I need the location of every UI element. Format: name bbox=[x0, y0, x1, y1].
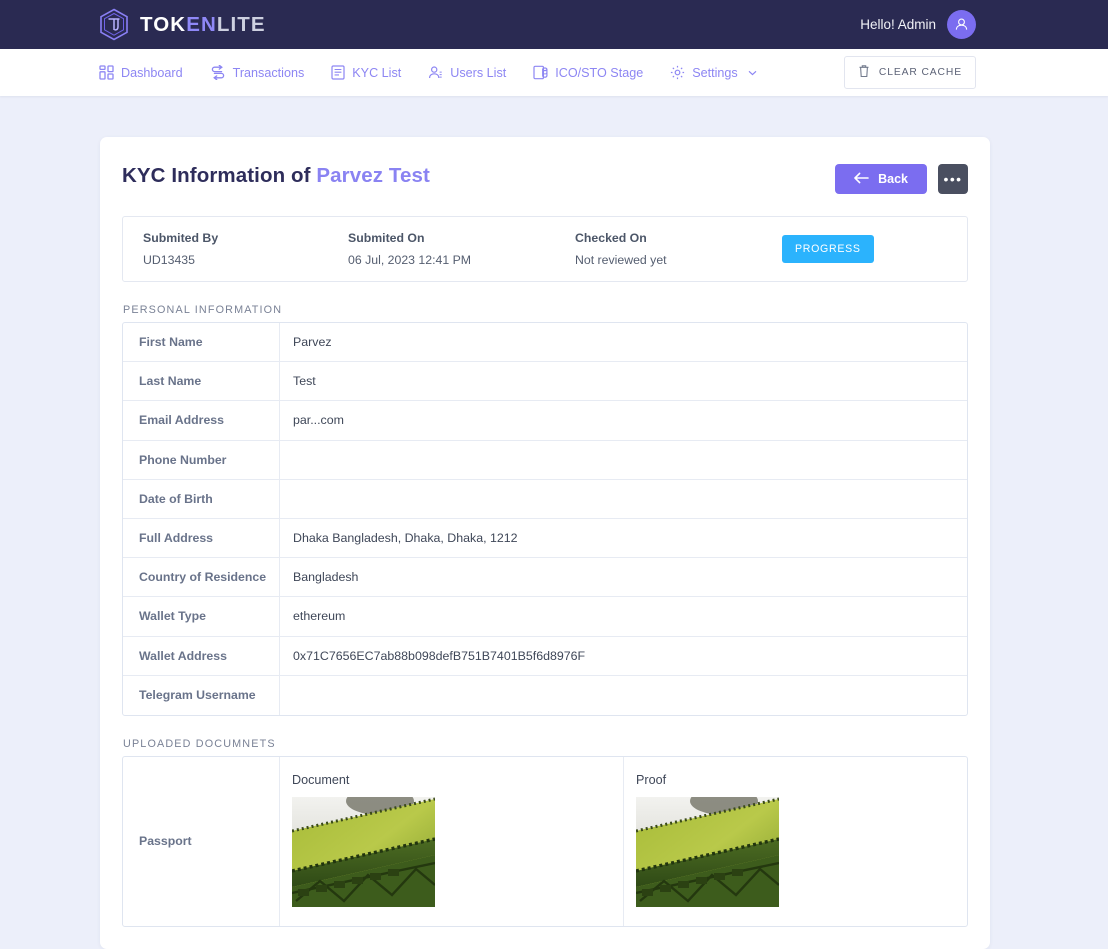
row-value: Dhaka Bangladesh, Dhaka, Dhaka, 1212 bbox=[293, 531, 518, 546]
table-row: Phone Number bbox=[123, 440, 967, 480]
row-label: Email Address bbox=[123, 401, 280, 440]
top-header-bar: TOKENLITE Hello! Admin bbox=[0, 0, 1108, 49]
kyc-summary-strip: Submited By UD13435 Submited On 06 Jul, … bbox=[122, 216, 968, 282]
nav-item-settings[interactable]: Settings bbox=[670, 65, 757, 80]
personal-information-section-label: PERSONAL INFORMATION bbox=[123, 304, 283, 316]
trash-icon bbox=[858, 64, 870, 81]
coins-stack-icon bbox=[533, 65, 548, 80]
table-row: Wallet Address 0x71C7656EC7ab88b098defB75… bbox=[123, 636, 967, 676]
submitted-on-label: Submited On bbox=[348, 231, 425, 245]
user-menu[interactable]: Hello! Admin bbox=[860, 10, 976, 39]
row-value: ethereum bbox=[293, 609, 346, 624]
row-label: Phone Number bbox=[123, 440, 280, 479]
transfer-arrows-icon bbox=[210, 65, 226, 80]
row-value: Parvez bbox=[293, 335, 332, 350]
nav-item-kyc-list[interactable]: KYC List bbox=[331, 65, 401, 80]
arrow-left-icon bbox=[854, 172, 869, 187]
kyc-detail-card: KYC Information of Parvez Test Back ••• … bbox=[100, 137, 990, 949]
grid-dashboard-icon bbox=[99, 65, 114, 80]
row-label: Wallet Type bbox=[123, 597, 280, 636]
page-title-prefix: KYC Information of bbox=[122, 164, 311, 187]
uploaded-documents-table: Passport Document Proof bbox=[122, 755, 968, 927]
table-row: Date of Birth bbox=[123, 479, 967, 519]
nav-item-users-list-label: Users List bbox=[450, 65, 507, 80]
brand-text-part2: EN bbox=[186, 12, 217, 36]
greeting-label: Hello! Admin bbox=[860, 17, 936, 32]
summary-checked-on: Checked On Not reviewed yet bbox=[575, 231, 782, 267]
nav-item-transactions[interactable]: Transactions bbox=[210, 65, 305, 80]
table-row: Telegram Username bbox=[123, 675, 967, 715]
clear-cache-button[interactable]: CLEAR CACHE bbox=[843, 56, 976, 89]
gear-icon bbox=[670, 65, 685, 80]
document-type-label: Passport bbox=[123, 756, 280, 926]
row-label: Wallet Address bbox=[123, 636, 280, 675]
row-value bbox=[280, 676, 967, 715]
row-value: par...com bbox=[293, 413, 344, 428]
table-row: Full Address Dhaka Bangladesh, Dhaka, Dha… bbox=[123, 518, 967, 559]
proof-cell-title: Proof bbox=[636, 772, 667, 787]
table-row: Last Name Test bbox=[123, 362, 967, 402]
more-options-button[interactable]: ••• bbox=[938, 164, 968, 194]
back-button[interactable]: Back bbox=[835, 164, 927, 194]
table-row: Country of Residence Bangladesh bbox=[123, 558, 967, 598]
submitted-on-value: 06 Jul, 2023 12:41 PM bbox=[348, 253, 472, 267]
row-label: Telegram Username bbox=[123, 675, 280, 715]
nav-item-dashboard-label: Dashboard bbox=[121, 65, 183, 80]
document-cell-title: Document bbox=[292, 772, 350, 787]
back-button-label: Back bbox=[878, 172, 908, 186]
document-cell-proof: Proof bbox=[624, 757, 967, 926]
uploaded-documents-section-label: UPLOADED DOCUMNETS bbox=[123, 737, 276, 750]
user-avatar-icon[interactable] bbox=[947, 10, 976, 39]
row-label: Date of Birth bbox=[123, 479, 280, 518]
main-navigation-bar: Dashboard Transactions KYC List Users Li… bbox=[0, 49, 1108, 96]
brand-wordmark: TOKENLITE bbox=[140, 13, 266, 37]
row-value bbox=[280, 441, 967, 479]
document-cell-document: Document bbox=[280, 756, 624, 926]
row-label: Last Name bbox=[123, 362, 280, 401]
kyc-document-thumbnail[interactable] bbox=[292, 796, 435, 907]
chevron-down-icon bbox=[748, 70, 757, 76]
table-row: Email Address par...com bbox=[123, 401, 967, 441]
summary-submitted-on: Submited On 06 Jul, 2023 12:41 PM bbox=[348, 231, 575, 267]
table-row: Wallet Type ethereum bbox=[123, 597, 967, 637]
nav-item-dashboard[interactable]: Dashboard bbox=[99, 65, 183, 80]
kyc-proof-thumbnail[interactable] bbox=[636, 796, 779, 907]
row-label: First Name bbox=[123, 323, 280, 362]
page-title-name: Parvez Test bbox=[316, 164, 430, 187]
nav-item-kyc-list-label: KYC List bbox=[352, 65, 402, 80]
brand-text-part1: TOK bbox=[140, 12, 187, 36]
document-list-icon bbox=[331, 65, 345, 80]
submitted-by-label: Submited By bbox=[143, 231, 219, 245]
row-value bbox=[280, 480, 967, 518]
nav-links: Dashboard Transactions KYC List Users Li… bbox=[99, 65, 757, 80]
row-value: Bangladesh bbox=[293, 570, 359, 585]
row-label: Full Address bbox=[123, 518, 280, 558]
users-icon bbox=[428, 65, 443, 80]
row-value: Test bbox=[293, 374, 316, 389]
submitted-by-value: UD13435 bbox=[143, 253, 195, 267]
brand-logo[interactable]: TOKENLITE bbox=[99, 8, 266, 41]
brand-text-part3: LITE bbox=[216, 12, 266, 36]
status-badge[interactable]: PROGRESS bbox=[782, 235, 874, 263]
page-title: KYC Information of Parvez Test bbox=[122, 164, 430, 188]
summary-submitted-by: Submited By UD13435 bbox=[143, 231, 348, 267]
card-header: KYC Information of Parvez Test Back ••• bbox=[122, 164, 968, 194]
clear-cache-label: CLEAR CACHE bbox=[878, 67, 962, 78]
header-actions: Back ••• bbox=[835, 164, 968, 194]
row-label: Country of Residence bbox=[123, 558, 280, 597]
tokenlite-cube-logo-icon bbox=[99, 8, 129, 41]
row-value: 0x71C7656EC7ab88b098defB751B7401B5f6d897… bbox=[293, 648, 586, 663]
personal-information-table: First Name Parvez Last Name Test Email Addre… bbox=[122, 322, 968, 716]
checked-on-value: Not reviewed yet bbox=[575, 253, 667, 267]
nav-item-users-list[interactable]: Users List bbox=[428, 65, 506, 80]
nav-item-ico-sto-stage-label: ICO/STO Stage bbox=[555, 65, 644, 80]
checked-on-label: Checked On bbox=[575, 231, 647, 245]
nav-item-ico-sto-stage[interactable]: ICO/STO Stage bbox=[533, 65, 643, 80]
nav-item-settings-label: Settings bbox=[692, 65, 738, 80]
nav-item-transactions-label: Transactions bbox=[232, 65, 305, 80]
table-row: First Name Parvez bbox=[123, 323, 967, 363]
